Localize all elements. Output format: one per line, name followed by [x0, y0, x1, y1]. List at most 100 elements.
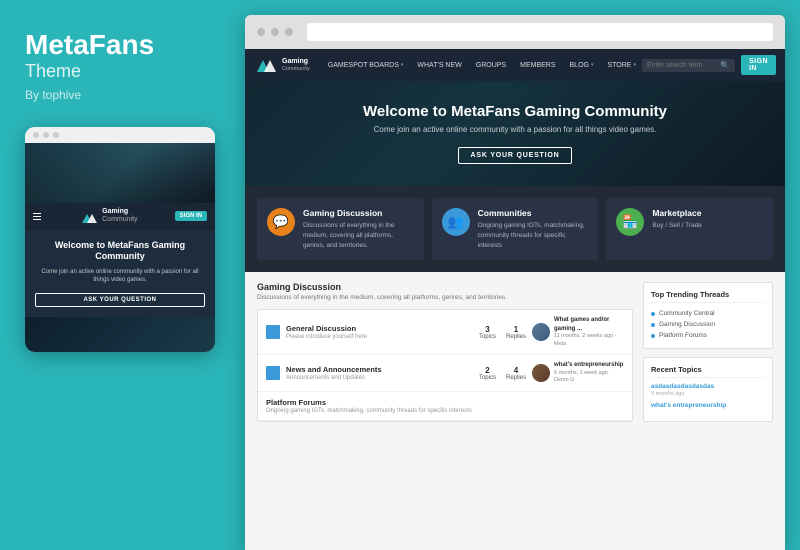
nav-items: GAMESPOT BOARDS ▾ WHAT'S NEW GROUPS MEMB… — [322, 49, 642, 81]
nav-item-blog[interactable]: BLOG ▾ — [564, 49, 600, 81]
forum-table: General Discussion Please introduce your… — [257, 309, 633, 422]
nav-signin-button[interactable]: SIGN IN — [741, 55, 776, 75]
mobile-hero-subtitle: Come join an active online community wit… — [35, 268, 205, 285]
nav-item-whatsnew[interactable]: WHAT'S NEW — [411, 49, 467, 81]
feature-card-communities-text: Communities Ongoing gaming IGTs, matchma… — [478, 208, 589, 250]
feature-gaming-desc: Discussions of everything in the medium,… — [303, 221, 414, 250]
mobile-dot-1 — [33, 132, 39, 138]
nav-blog-chevron-icon: ▾ — [591, 62, 594, 68]
forum-news-latest: what's entrepreneurship 6 months, 1 week… — [532, 361, 624, 385]
nav-item-members[interactable]: MEMBERS — [514, 49, 561, 81]
brand-author: By tophive — [25, 88, 81, 102]
mobile-cta-button[interactable]: ASK YOUR QUESTION — [35, 293, 205, 307]
site-content: Gaming Community GAMESPOT BOARDS ▾ WHAT'… — [245, 49, 785, 550]
browser-mockup: Gaming Community GAMESPOT BOARDS ▾ WHAT'… — [245, 15, 785, 550]
gaming-discussion-icon: 💬 — [267, 208, 295, 236]
hero-cta-button[interactable]: ASK YOUR QUESTION — [458, 147, 573, 164]
forum-news-info: News and Announcements Announcements and… — [286, 365, 473, 381]
nav-chevron-icon: ▾ — [401, 62, 404, 68]
forum-general-desc: Please introduce yourself here — [286, 334, 473, 340]
forum-general-latest-text: What games and/or gaming ... 11 months, … — [554, 316, 624, 348]
forum-row-general: General Discussion Please introduce your… — [258, 310, 632, 355]
forum-row-platform: Platform Forums Ongoing gaming IGTs, mat… — [258, 392, 632, 421]
search-input[interactable] — [647, 62, 717, 69]
feature-gaming-title: Gaming Discussion — [303, 208, 414, 218]
browser-dot-red — [257, 28, 265, 36]
forum-general-icon — [266, 325, 280, 339]
forum-general-topics: 3 Topics — [479, 325, 496, 340]
trending-item-1[interactable]: Community Central — [651, 308, 765, 319]
browser-url-bar[interactable] — [307, 23, 773, 41]
mobile-dot-2 — [43, 132, 49, 138]
site-logo-icon — [257, 58, 277, 72]
feature-card-marketplace-text: Marketplace Buy / Sell / Trade — [652, 208, 702, 231]
mobile-hero-content: Welcome to MetaFans Gaming Community Com… — [25, 230, 215, 317]
site-nav: Gaming Community GAMESPOT BOARDS ▾ WHAT'… — [245, 49, 785, 81]
platform-forum-name[interactable]: Platform Forums — [266, 398, 624, 407]
trending-bullet-1 — [651, 312, 655, 316]
feature-communities-title: Communities — [478, 208, 589, 218]
forum-news-topics: 2 Topics — [479, 366, 496, 381]
site-logo: Gaming Community — [257, 58, 310, 72]
forum-news-latest-text: what's entrepreneurship 6 months, 1 week… — [554, 361, 624, 385]
forum-general-info: General Discussion Please introduce your… — [286, 324, 473, 340]
mobile-dot-3 — [53, 132, 59, 138]
recent-topic-2-title[interactable]: what's entrepreneurship — [651, 402, 765, 409]
nav-store-chevron-icon: ▾ — [633, 62, 636, 68]
recent-topics-title: Recent Topics — [651, 365, 765, 378]
brand-theme: Theme — [25, 61, 81, 82]
feature-card-gaming-text: Gaming Discussion Discussions of everyth… — [303, 208, 414, 250]
recent-topic-1-meta: 5 months ago — [651, 391, 765, 397]
mobile-logo-icon — [82, 210, 98, 223]
mobile-signin-button[interactable]: SIGN IN — [175, 211, 207, 221]
forum-general-avatar — [532, 323, 550, 341]
mobile-hamburger-icon[interactable] — [33, 213, 41, 220]
forum-news-avatar — [532, 364, 550, 382]
trending-item-2[interactable]: Gaming Discussion — [651, 319, 765, 330]
trending-item-3[interactable]: Platform Forums — [651, 330, 765, 341]
nav-item-gamespot[interactable]: GAMESPOT BOARDS ▾ — [322, 49, 410, 81]
browser-dot-yellow — [271, 28, 279, 36]
section-desc: Discussions of everything in the medium,… — [257, 294, 633, 301]
hero-subtitle: Come join an active online community wit… — [265, 125, 765, 134]
content-left: Gaming Discussion Discussions of everyth… — [257, 282, 633, 540]
trending-bullet-3 — [651, 334, 655, 338]
nav-item-groups[interactable]: GROUPS — [470, 49, 512, 81]
forum-news-icon — [266, 366, 280, 380]
feature-cards: 💬 Gaming Discussion Discussions of every… — [245, 186, 785, 272]
forum-general-stats: 3 Topics 1 Replies — [479, 325, 526, 340]
brand-name: MetaFans — [25, 30, 154, 61]
recent-topic-2: what's entrepreneurship — [651, 402, 765, 409]
left-panel: MetaFans Theme By tophive Gaming Communi… — [0, 0, 245, 550]
forum-news-desc: Announcements and Updates — [286, 375, 473, 381]
forum-news-stats: 2 Topics 4 Replies — [479, 366, 526, 381]
feature-marketplace-desc: Buy / Sell / Trade — [652, 221, 702, 231]
mobile-preview: Gaming Community SIGN IN Welcome to Meta… — [25, 127, 215, 352]
forum-general-replies: 1 Replies — [506, 325, 526, 340]
site-logo-text: Gaming Community — [282, 58, 310, 72]
nav-item-store[interactable]: STORE ▾ — [601, 49, 642, 81]
feature-marketplace-title: Marketplace — [652, 208, 702, 218]
forum-news-replies: 4 Replies — [506, 366, 526, 381]
mobile-nav: Gaming Community SIGN IN — [25, 203, 215, 230]
browser-dot-green — [285, 28, 293, 36]
feature-card-communities: 👥 Communities Ongoing gaming IGTs, match… — [432, 198, 599, 260]
forum-general-latest: What games and/or gaming ... 11 months, … — [532, 316, 624, 348]
hero-content: Welcome to MetaFans Gaming Community Com… — [265, 103, 765, 164]
main-content: Gaming Discussion Discussions of everyth… — [245, 272, 785, 550]
feature-communities-desc: Ongoing gaming IGTs, matchmaking, commun… — [478, 221, 589, 250]
forum-row-news: News and Announcements Announcements and… — [258, 355, 632, 392]
mobile-logo: Gaming Community — [82, 208, 137, 225]
site-hero: Welcome to MetaFans Gaming Community Com… — [245, 81, 785, 186]
mobile-hero-image — [25, 143, 215, 203]
trending-threads-title: Top Trending Threads — [651, 290, 765, 303]
mobile-window-dots — [25, 127, 215, 143]
search-icon[interactable]: 🔍 — [720, 61, 730, 70]
forum-news-name[interactable]: News and Announcements — [286, 365, 473, 374]
forum-general-name[interactable]: General Discussion — [286, 324, 473, 333]
content-right: Top Trending Threads Community Central G… — [643, 282, 773, 540]
mobile-bottom-image — [25, 317, 215, 352]
recent-topic-1-title[interactable]: asdasdasdasdasdas — [651, 383, 765, 390]
communities-icon: 👥 — [442, 208, 470, 236]
marketplace-icon: 🏪 — [616, 208, 644, 236]
